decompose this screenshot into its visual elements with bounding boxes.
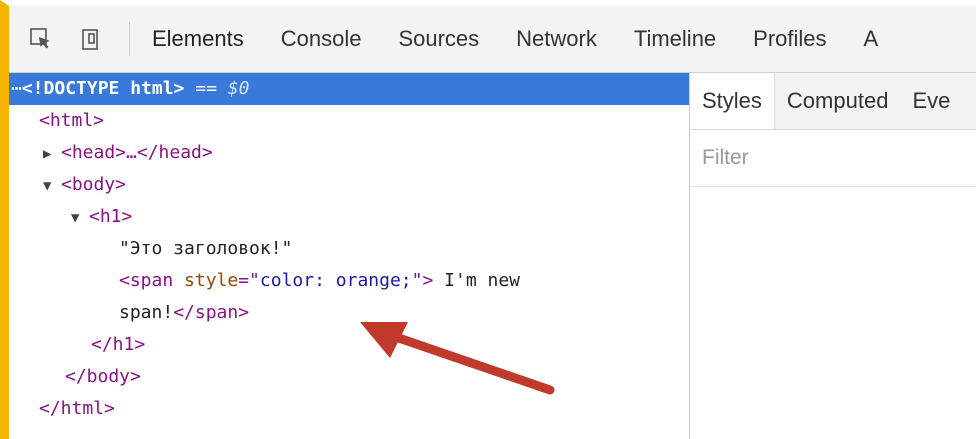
attr-close: "> xyxy=(411,270,434,291)
html-open-tag: <html> xyxy=(39,110,105,131)
toolbar-separator xyxy=(129,22,130,56)
styles-filter-input[interactable]: Filter xyxy=(690,130,976,187)
dom-node-h1[interactable]: ▼ <h1> xyxy=(9,201,689,233)
attr-value: color: orange; xyxy=(259,270,412,291)
tab-computed[interactable]: Computed xyxy=(775,73,901,129)
span-text-1: I'm new xyxy=(433,270,521,291)
tab-console[interactable]: Console xyxy=(281,26,362,52)
collapse-triangle-icon[interactable]: ▼ xyxy=(71,202,89,234)
dom-node-h1-close[interactable]: </h1> xyxy=(9,329,689,361)
equals-text: == xyxy=(184,78,228,99)
tab-audits[interactable]: A xyxy=(864,26,879,52)
device-mode-icon[interactable] xyxy=(77,25,105,53)
tab-elements[interactable]: Elements xyxy=(152,26,244,52)
doctype-text: <!DOCTYPE html> xyxy=(21,78,185,99)
text-node-content: "Это заголовок!" xyxy=(119,238,293,259)
tab-timeline[interactable]: Timeline xyxy=(634,26,716,52)
dom-node-head[interactable]: ▶ <head>…</head> xyxy=(9,137,689,169)
styles-sidebar: Styles Computed Eve Filter xyxy=(690,73,976,439)
body-close-tag: </body> xyxy=(65,366,141,387)
sidebar-tabs: Styles Computed Eve xyxy=(690,73,976,130)
dom-node-span-cont[interactable]: span!</span> xyxy=(9,297,689,329)
head-tag: <head>…</head> xyxy=(61,142,213,163)
tab-styles[interactable]: Styles xyxy=(690,73,775,129)
collapse-triangle-icon[interactable]: ▼ xyxy=(43,170,61,202)
span-text-2: span! xyxy=(119,302,174,323)
body-open-tag: <body> xyxy=(61,174,127,195)
h1-close-tag: </h1> xyxy=(91,334,146,355)
attr-name: style xyxy=(184,270,239,291)
html-close-tag: </html> xyxy=(39,398,115,419)
dom-node-html-close[interactable]: </html> xyxy=(9,393,689,425)
dom-node-body[interactable]: ▼ <body> xyxy=(9,169,689,201)
inspect-element-icon[interactable] xyxy=(27,25,55,53)
span-close-tag: </span> xyxy=(173,302,250,323)
tab-profiles[interactable]: Profiles xyxy=(753,26,826,52)
dom-node-span[interactable]: <span style="color: orange;"> I'm new xyxy=(9,265,689,297)
expand-triangle-icon[interactable]: ▶ xyxy=(43,138,61,170)
dom-text-node[interactable]: "Это заголовок!" xyxy=(9,233,689,265)
attr-eq: =" xyxy=(238,270,260,291)
selected-ref: $0 xyxy=(227,78,250,99)
tab-sources[interactable]: Sources xyxy=(398,26,479,52)
span-open-bracket: <span xyxy=(119,270,185,291)
h1-open-tag: <h1> xyxy=(89,206,133,227)
ellipsis-icon[interactable]: ⋯ xyxy=(9,78,22,99)
dom-node-body-close[interactable]: </body> xyxy=(9,361,689,393)
devtools-toolbar: Elements Console Sources Network Timelin… xyxy=(9,6,976,73)
tab-event-listeners[interactable]: Eve xyxy=(900,73,962,129)
dom-node-doctype[interactable]: ⋯<!DOCTYPE html> == $0 xyxy=(9,73,689,105)
dom-node-html[interactable]: <html> xyxy=(9,105,689,137)
annotation-arrow-icon xyxy=(360,322,555,395)
tab-network[interactable]: Network xyxy=(516,26,597,52)
